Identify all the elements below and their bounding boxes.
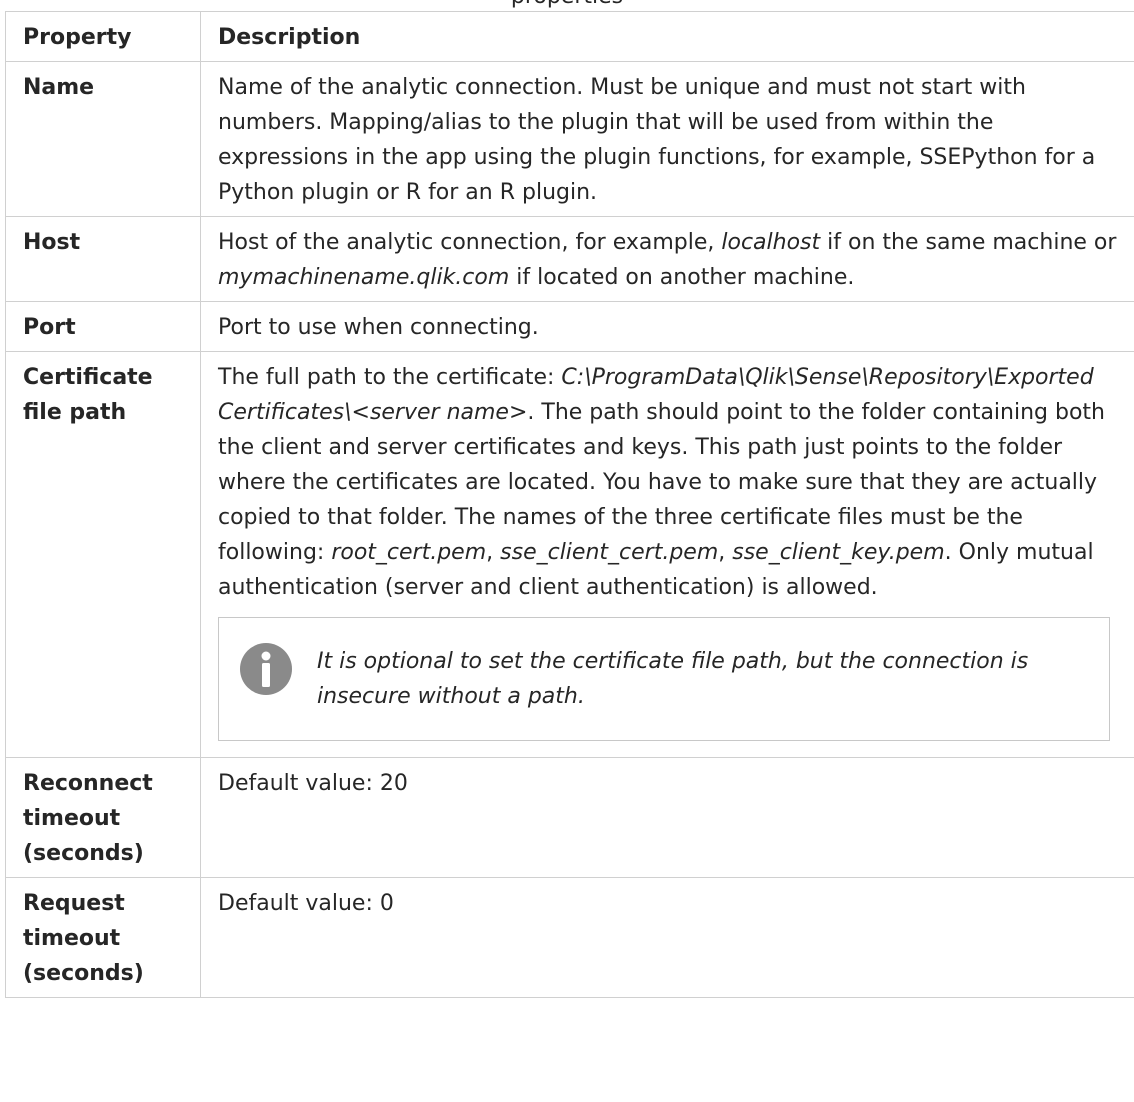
property-request-timeout: Request timeout (seconds) — [5, 877, 201, 998]
certificate-description-text: The full path to the certificate: C:\Pro… — [218, 360, 1122, 605]
table-header-row: Property Description — [5, 11, 1134, 62]
text-run-italic: localhost — [721, 230, 821, 255]
description-reconnect-timeout: Default value: 20 — [200, 757, 1134, 878]
text-run: Host of the analytic connection, for exa… — [218, 230, 722, 255]
text-run-italic: sse_client_key.pem — [732, 540, 945, 565]
description-host: Host of the analytic connection, for exa… — [200, 216, 1134, 302]
text-run: , — [486, 540, 501, 565]
info-icon — [240, 643, 292, 695]
table-row: Request timeout (seconds) Default value:… — [5, 877, 1134, 998]
text-run-italic: mymachinename.qlik.com — [218, 265, 510, 290]
properties-table: Property Description Name Name of the an… — [5, 11, 1134, 998]
note-text: It is optional to set the certificate fi… — [317, 649, 1029, 709]
property-host: Host — [5, 216, 201, 302]
description-name: Name of the analytic connection. Must be… — [200, 61, 1134, 217]
header-property: Property — [5, 11, 201, 62]
property-name: Name — [5, 61, 201, 217]
text-run: , — [718, 540, 733, 565]
description-request-timeout: Default value: 0 — [200, 877, 1134, 998]
description-port: Port to use when connecting. — [200, 301, 1134, 352]
table-row: Name Name of the analytic connection. Mu… — [5, 61, 1134, 217]
table-row: Host Host of the analytic connection, fo… — [5, 216, 1134, 302]
table-row: Reconnect timeout (seconds) Default valu… — [5, 757, 1134, 878]
text-run-italic: sse_client_cert.pem — [500, 540, 719, 565]
table-row: Certificate file path The full path to t… — [5, 351, 1134, 758]
header-description: Description — [200, 11, 1134, 62]
text-run: if on the same machine or — [820, 230, 1117, 255]
note-box: It is optional to set the certificate fi… — [218, 617, 1110, 741]
text-run: The full path to the certificate: — [218, 365, 562, 390]
description-certificate-file-path: The full path to the certificate: C:\Pro… — [200, 351, 1134, 758]
text-run: if located on another machine. — [509, 265, 855, 290]
table-row: Port Port to use when connecting. — [5, 301, 1134, 352]
text-run-italic: root_cert.pem — [331, 540, 487, 565]
property-reconnect-timeout: Reconnect timeout (seconds) — [5, 757, 201, 878]
property-certificate-file-path: Certificate file path — [5, 351, 201, 758]
property-port: Port — [5, 301, 201, 352]
table-caption: properties — [0, 0, 1134, 10]
